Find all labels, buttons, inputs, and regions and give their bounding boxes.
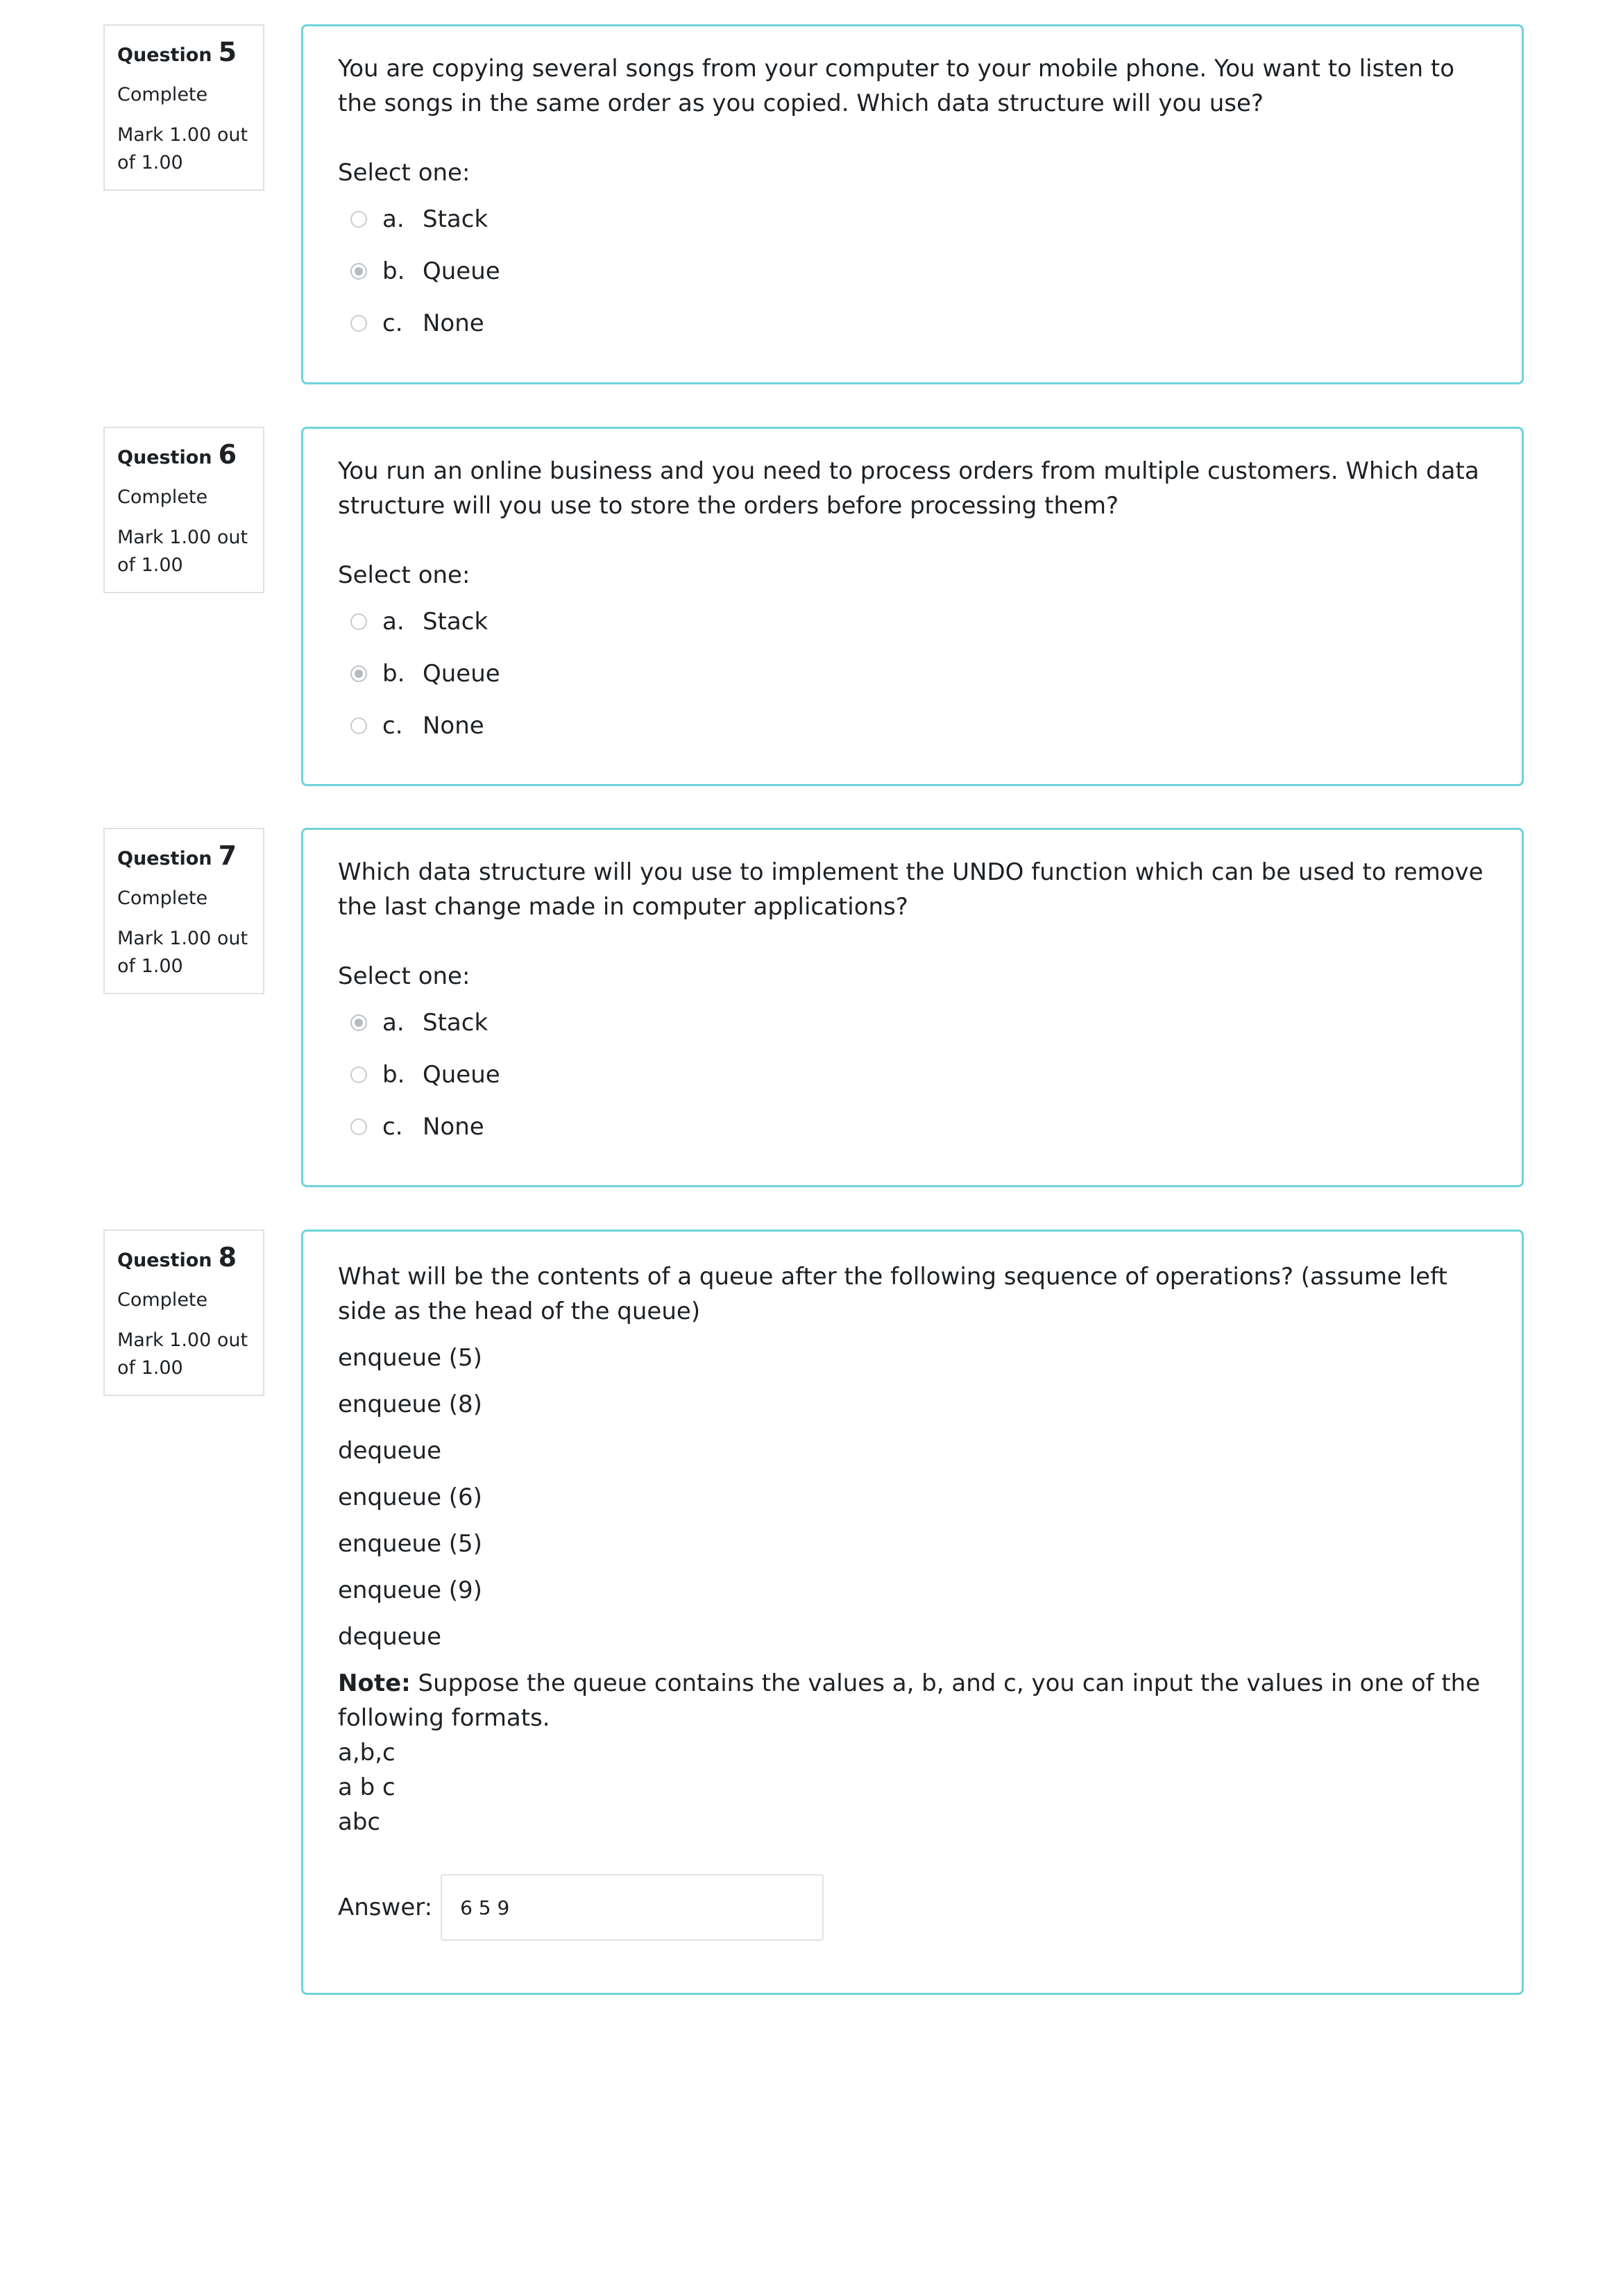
option-label: Stack xyxy=(423,205,488,233)
option-letter: b. xyxy=(382,659,405,688)
option-letter: a. xyxy=(382,607,405,636)
question-state: Complete xyxy=(117,1289,208,1311)
radio-button-selected[interactable] xyxy=(350,1014,367,1031)
option-label: None xyxy=(423,711,484,740)
note-label: Note: xyxy=(338,1669,411,1697)
radio-button[interactable] xyxy=(350,1066,367,1083)
answer-options: a. Stack b. Queue c. None xyxy=(338,996,1487,1153)
option-b[interactable]: b. Queue xyxy=(338,1048,1487,1100)
option-letter: b. xyxy=(382,1060,405,1089)
select-prompt: Select one: xyxy=(338,962,470,990)
option-label: Queue xyxy=(423,1060,500,1089)
question-label: Question xyxy=(117,44,212,66)
question-title: Question 5 xyxy=(117,37,250,73)
operations-list: enqueue (5) enqueue (8) dequeue enqueue … xyxy=(338,1341,1487,1654)
question-label: Question xyxy=(117,1250,212,1271)
radio-button[interactable] xyxy=(350,210,367,228)
question-text: You are copying several songs from your … xyxy=(338,55,1455,117)
question-title: Question 7 xyxy=(117,840,250,876)
option-label: Stack xyxy=(423,1008,488,1037)
question-number: 8 xyxy=(218,1242,237,1273)
option-letter: c. xyxy=(382,711,403,740)
option-a[interactable]: a. Stack xyxy=(338,193,1487,245)
select-prompt: Select one: xyxy=(338,159,470,187)
operation-line: enqueue (6) xyxy=(338,1483,482,1511)
radio-button[interactable] xyxy=(350,1118,367,1135)
question-text: What will be the contents of a queue aft… xyxy=(338,1263,1447,1325)
question-info: Question 5 Complete Mark 1.00 out of 1.0… xyxy=(103,24,264,191)
format-example: abc xyxy=(338,1808,381,1836)
format-example: a,b,c xyxy=(338,1739,396,1767)
operation-line: enqueue (9) xyxy=(338,1576,482,1604)
operation-line: enqueue (5) xyxy=(338,1344,482,1372)
question-number: 5 xyxy=(218,37,237,67)
question-state: Complete xyxy=(117,486,208,508)
question-content: What will be the contents of a queue aft… xyxy=(301,1230,1524,1995)
operation-line: enqueue (5) xyxy=(338,1530,482,1558)
question-info: Question 6 Complete Mark 1.00 out of 1.0… xyxy=(103,427,264,593)
option-label: None xyxy=(423,309,484,337)
option-label: Stack xyxy=(423,607,488,636)
question-number: 7 xyxy=(218,840,237,871)
format-example: a b c xyxy=(338,1774,396,1801)
question-text: Which data structure will you use to imp… xyxy=(338,858,1484,921)
question-label: Question xyxy=(117,848,212,869)
question-grade: Mark 1.00 out of 1.00 xyxy=(117,1329,248,1379)
operation-line: dequeue xyxy=(338,1623,442,1651)
option-b[interactable]: b. Queue xyxy=(338,647,1487,699)
question-info: Question 8 Complete Mark 1.00 out of 1.0… xyxy=(103,1230,264,1396)
note-text: Suppose the queue contains the values a,… xyxy=(338,1669,1481,1732)
option-c[interactable]: c. None xyxy=(338,699,1487,751)
option-letter: c. xyxy=(382,1112,403,1141)
answer-options: a. Stack b. Queue c. None xyxy=(338,595,1487,751)
option-letter: b. xyxy=(382,257,405,285)
radio-button[interactable] xyxy=(350,613,367,630)
question-content: Which data structure will you use to imp… xyxy=(301,828,1524,1187)
select-prompt: Select one: xyxy=(338,561,470,589)
question-number: 6 xyxy=(218,439,237,470)
option-c[interactable]: c. None xyxy=(338,297,1487,349)
question-title: Question 6 xyxy=(117,439,250,475)
option-letter: a. xyxy=(382,205,405,233)
question-grade: Mark 1.00 out of 1.00 xyxy=(117,124,248,173)
question-label: Question xyxy=(117,447,212,468)
option-label: Queue xyxy=(423,659,500,688)
question-content: You run an online business and you need … xyxy=(301,427,1524,786)
format-examples: a,b,c a b c abc xyxy=(338,1735,1487,1839)
question-state: Complete xyxy=(117,84,208,105)
option-a[interactable]: a. Stack xyxy=(338,996,1487,1048)
question-title: Question 8 xyxy=(117,1242,250,1278)
option-b[interactable]: b. Queue xyxy=(338,245,1487,297)
option-label: None xyxy=(423,1112,484,1141)
radio-button-selected[interactable] xyxy=(350,665,367,682)
answer-options: a. Stack b. Queue c. None xyxy=(338,193,1487,349)
radio-button[interactable] xyxy=(350,314,367,332)
question-grade: Mark 1.00 out of 1.00 xyxy=(117,928,248,977)
radio-button[interactable] xyxy=(350,717,367,734)
question-content: You are copying several songs from your … xyxy=(301,24,1524,384)
question-info: Question 7 Complete Mark 1.00 out of 1.0… xyxy=(103,828,264,994)
option-a[interactable]: a. Stack xyxy=(338,595,1487,647)
question-grade: Mark 1.00 out of 1.00 xyxy=(117,527,248,576)
radio-button-selected[interactable] xyxy=(350,262,367,280)
operation-line: dequeue xyxy=(338,1437,442,1465)
answer-input[interactable] xyxy=(441,1874,824,1941)
question-text: You run an online business and you need … xyxy=(338,457,1479,520)
question-state: Complete xyxy=(117,887,208,909)
answer-row: Answer: xyxy=(338,1874,1487,1941)
option-letter: c. xyxy=(382,309,403,337)
option-letter: a. xyxy=(382,1008,405,1037)
operation-line: enqueue (8) xyxy=(338,1391,482,1418)
note-paragraph: Note: Suppose the queue contains the val… xyxy=(338,1666,1487,1735)
option-label: Queue xyxy=(423,257,500,285)
answer-label: Answer: xyxy=(338,1894,433,1921)
option-c[interactable]: c. None xyxy=(338,1100,1487,1153)
